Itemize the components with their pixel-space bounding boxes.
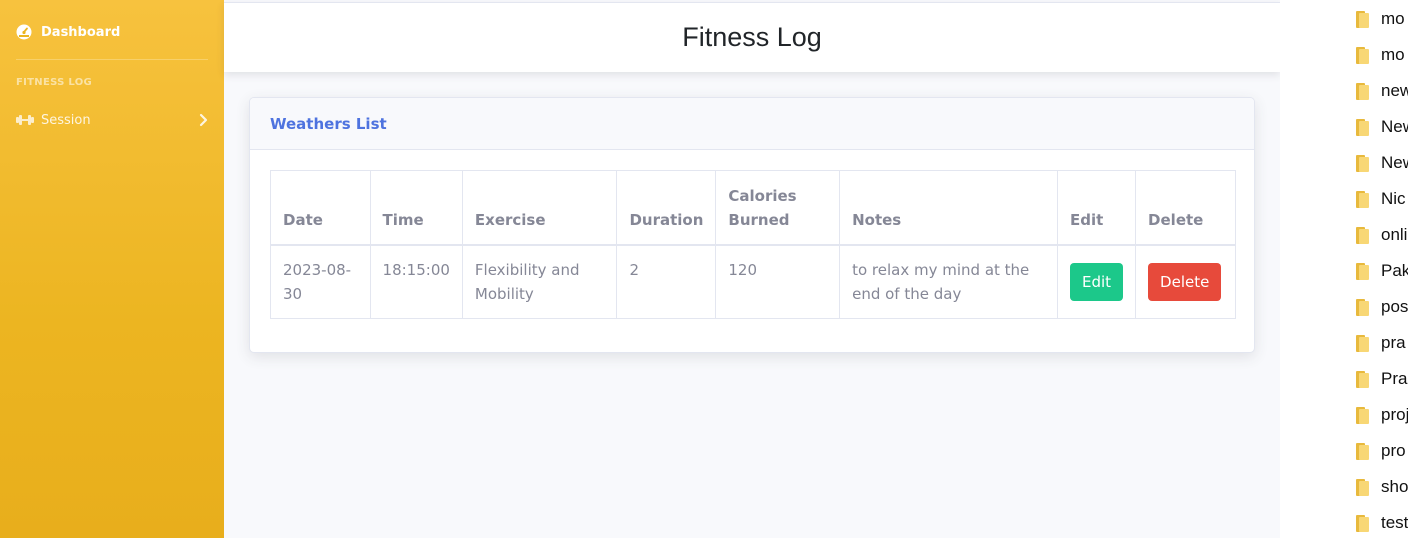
cell-notes: to relax my mind at the end of the day xyxy=(839,244,1058,319)
sidebar-item-dashboard[interactable]: Dashboard xyxy=(16,22,120,42)
folder-name: proj xyxy=(1381,405,1408,424)
tachometer-icon xyxy=(16,24,32,40)
sidebar-item-session[interactable]: Session xyxy=(16,110,208,130)
column-header-notes: Notes xyxy=(839,170,1058,246)
cell-edit: Edit xyxy=(1056,244,1137,319)
folder-name: Prac xyxy=(1381,369,1408,388)
column-header-delete: Delete xyxy=(1135,170,1236,246)
folder-icon xyxy=(1356,154,1369,172)
dumbbell-icon xyxy=(16,115,34,125)
folder-icon xyxy=(1356,262,1369,280)
folder-icon xyxy=(1356,226,1369,244)
folder-icon xyxy=(1356,190,1369,208)
folder-item[interactable]: pra xyxy=(1356,333,1406,353)
folder-icon xyxy=(1356,514,1369,532)
folder-item[interactable]: Prac xyxy=(1356,369,1408,389)
folder-name: New xyxy=(1381,117,1408,136)
folder-name: Pak xyxy=(1381,261,1408,280)
folder-name: sho xyxy=(1381,477,1408,496)
edit-button[interactable]: Edit xyxy=(1069,262,1124,301)
table-row: 2023-08-30 18:15:00 Flexibility and Mobi… xyxy=(270,244,1236,319)
column-header-exercise: Exercise xyxy=(461,170,618,246)
folder-icon xyxy=(1356,298,1369,316)
folder-icon xyxy=(1356,478,1369,496)
folder-item[interactable]: pro xyxy=(1356,441,1406,461)
folder-item[interactable]: Pak xyxy=(1356,261,1408,281)
folder-item[interactable]: onli xyxy=(1356,225,1407,245)
folder-name: test xyxy=(1381,513,1408,532)
card-header: Weathers List xyxy=(250,98,1254,150)
weathers-list-card: Weathers List Date Time Exercise Duratio… xyxy=(249,97,1255,353)
folder-item[interactable]: sho xyxy=(1356,477,1408,497)
folder-name: mo xyxy=(1381,9,1405,28)
sidebar-section-heading: FITNESS LOG xyxy=(16,77,93,88)
folder-item[interactable]: pos xyxy=(1356,297,1408,317)
folder-name: New xyxy=(1381,153,1408,172)
folder-icon xyxy=(1356,406,1369,424)
column-header-calories: Calories Burned xyxy=(715,170,841,246)
folder-name: Nic xyxy=(1381,189,1406,208)
delete-button[interactable]: Delete xyxy=(1148,262,1222,301)
folder-icon xyxy=(1356,46,1369,64)
sidebar-divider xyxy=(16,59,208,60)
chevron-right-icon xyxy=(199,113,208,127)
cell-exercise: Flexibility and Mobility xyxy=(461,244,618,319)
folder-item[interactable]: mo xyxy=(1356,9,1405,29)
column-header-edit: Edit xyxy=(1056,170,1137,246)
folder-name: new xyxy=(1381,81,1408,100)
folder-name: mo xyxy=(1381,45,1405,64)
column-header-duration: Duration xyxy=(616,170,717,246)
folder-item[interactable]: mo xyxy=(1356,45,1405,65)
sidebar-item-label: Dashboard xyxy=(41,24,121,40)
folder-item[interactable]: test xyxy=(1356,513,1408,533)
sidebar-item-label: Session xyxy=(41,112,91,128)
cell-date: 2023-08-30 xyxy=(270,244,371,319)
table-header-row: Date Time Exercise Duration Calories Bur… xyxy=(270,170,1236,246)
page-title: Fitness Log xyxy=(682,22,822,52)
folder-icon xyxy=(1356,10,1369,28)
folder-icon xyxy=(1356,370,1369,388)
folder-item[interactable]: New xyxy=(1356,153,1408,173)
cell-time: 18:15:00 xyxy=(369,244,463,319)
folder-icon xyxy=(1356,442,1369,460)
folder-icon xyxy=(1356,82,1369,100)
topbar: Fitness Log xyxy=(224,2,1280,72)
cell-delete: Delete xyxy=(1135,244,1236,319)
folder-item[interactable]: new xyxy=(1356,81,1408,101)
folder-item[interactable]: Nic xyxy=(1356,189,1406,209)
fitness-table: Date Time Exercise Duration Calories Bur… xyxy=(270,170,1236,319)
cell-calories: 120 xyxy=(715,244,841,319)
column-header-date: Date xyxy=(270,170,371,246)
folder-icon xyxy=(1356,118,1369,136)
folder-icon xyxy=(1356,334,1369,352)
folder-item[interactable]: New xyxy=(1356,117,1408,137)
folder-name: pos xyxy=(1381,297,1408,316)
main-content: Fitness Log Weathers List Date Time Exer… xyxy=(224,0,1280,538)
column-header-time: Time xyxy=(369,170,463,246)
card-title: Weathers List xyxy=(270,114,387,133)
cell-duration: 2 xyxy=(616,244,717,319)
file-explorer-panel: mo mo new New New Nic onli Pak pos pra P… xyxy=(1280,0,1408,538)
folder-name: pra xyxy=(1381,333,1406,352)
folder-name: onli xyxy=(1381,225,1408,244)
sidebar: Dashboard FITNESS LOG Session xyxy=(0,0,224,538)
folder-item[interactable]: proj xyxy=(1356,405,1408,425)
folder-name: pro xyxy=(1381,441,1406,460)
